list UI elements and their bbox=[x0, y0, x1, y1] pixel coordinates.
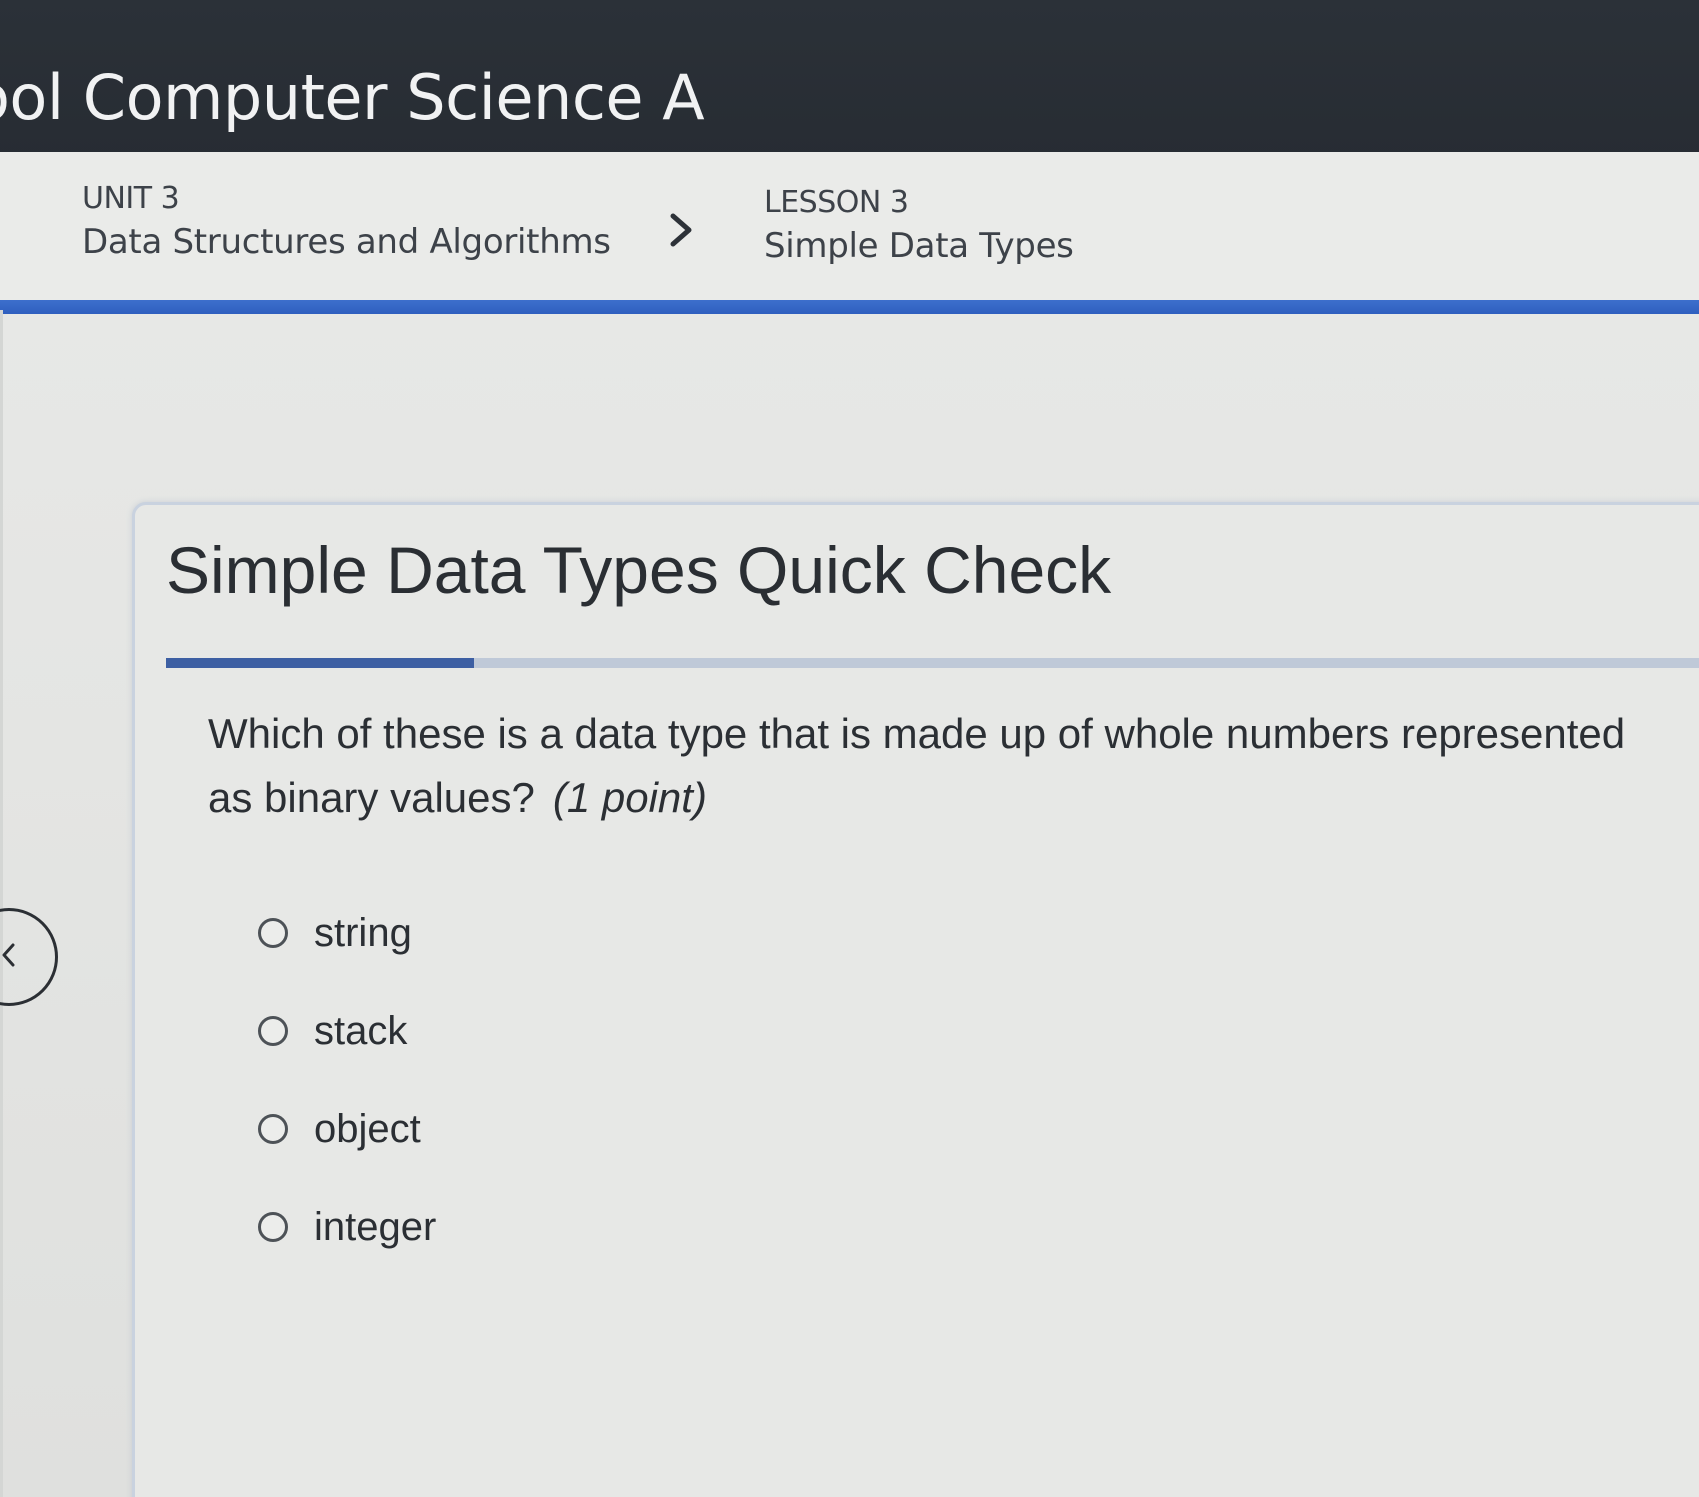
option-label: integer bbox=[314, 1205, 437, 1249]
question-text: Which of these is a data type that is ma… bbox=[208, 702, 1648, 830]
question-points: (1 point) bbox=[552, 774, 707, 821]
header-divider bbox=[0, 300, 1699, 314]
quiz-progress-fill bbox=[166, 658, 474, 668]
question-prompt: Which of these is a data type that is ma… bbox=[208, 710, 1626, 821]
radio-button[interactable] bbox=[258, 1114, 288, 1144]
chevron-left-icon bbox=[2, 943, 15, 967]
option-label: stack bbox=[314, 1009, 408, 1053]
back-button[interactable] bbox=[0, 908, 58, 1006]
radio-button[interactable] bbox=[258, 1016, 288, 1046]
radio-button[interactable] bbox=[258, 1212, 288, 1242]
lesson-name: Simple Data Types bbox=[764, 226, 1074, 266]
unit-label: UNIT 3 bbox=[82, 181, 180, 216]
course-title: ool Computer Science A bbox=[0, 61, 705, 134]
answer-options: string stack object integer bbox=[258, 884, 436, 1276]
answer-option-string[interactable]: string bbox=[258, 884, 436, 982]
chevron-right-icon bbox=[670, 213, 692, 247]
lesson-label: LESSON 3 bbox=[764, 185, 909, 220]
breadcrumb-unit[interactable]: UNIT 3 Data Structures and Algorithms bbox=[82, 180, 611, 266]
sidebar-edge bbox=[0, 310, 3, 1497]
quiz-progress-bar bbox=[166, 658, 1699, 668]
option-label: string bbox=[314, 911, 412, 955]
answer-option-stack[interactable]: stack bbox=[258, 982, 436, 1080]
course-header: ool Computer Science A bbox=[0, 0, 1699, 162]
answer-option-object[interactable]: object bbox=[258, 1080, 436, 1178]
answer-option-integer[interactable]: integer bbox=[258, 1178, 436, 1276]
quiz-title: Simple Data Types Quick Check bbox=[166, 533, 1112, 607]
radio-button[interactable] bbox=[258, 918, 288, 948]
breadcrumb-lesson[interactable]: LESSON 3 Simple Data Types bbox=[764, 184, 1074, 270]
unit-name: Data Structures and Algorithms bbox=[82, 222, 611, 262]
option-label: object bbox=[314, 1107, 421, 1151]
page: ool Computer Science A UNIT 3 Data Struc… bbox=[0, 0, 1699, 1497]
